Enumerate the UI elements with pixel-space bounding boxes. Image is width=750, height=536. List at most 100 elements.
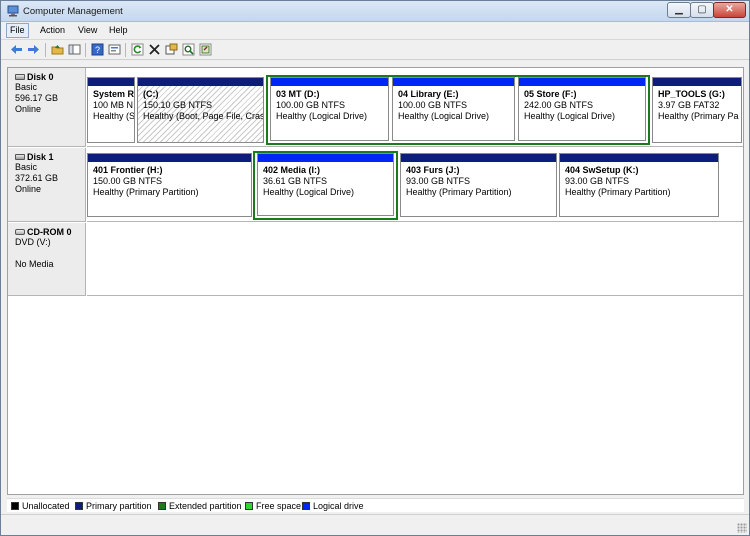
- properties-icon[interactable]: [108, 43, 121, 56]
- legend: Unallocated Primary partition Extended p…: [7, 498, 744, 512]
- hard-disk-icon: [15, 74, 25, 80]
- partition-block[interactable]: 401 Frontier (H:) 150.00 GB NTFS Healthy…: [87, 153, 252, 217]
- status-bar: [1, 514, 749, 535]
- title-bar[interactable]: Computer Management ▁ ▢ ✕: [1, 1, 749, 22]
- partition-name: 03 MT (D:): [276, 89, 320, 99]
- window-title: Computer Management: [23, 6, 123, 17]
- partition-size: 242.00 GB NTFS: [524, 100, 594, 110]
- partition-name: (C:): [143, 89, 159, 99]
- disk-size: 372.61 GB: [15, 173, 59, 183]
- legend-swatch: [75, 502, 83, 510]
- partition-size: 100 MB N: [93, 100, 134, 110]
- partition-block-selected[interactable]: (C:) 150.10 GB NTFS Healthy (Boot, Page …: [137, 77, 264, 143]
- delete-icon[interactable]: [148, 43, 161, 56]
- primary-partition-bar: [88, 78, 134, 86]
- legend-label: Primary partition: [86, 501, 152, 511]
- search-icon[interactable]: [182, 43, 195, 56]
- disk-label[interactable]: Disk 1 Basic 372.61 GB Online: [8, 148, 86, 222]
- partition-status: Healthy (Primary Partition): [565, 187, 671, 197]
- disk-name: CD-ROM 0: [27, 227, 72, 237]
- svg-text:?: ?: [95, 45, 100, 55]
- partition-name: 404 SwSetup (K:): [565, 165, 639, 175]
- partition-name: 402 Media (I:): [263, 165, 321, 175]
- partition-size: 36.61 GB NTFS: [263, 176, 328, 186]
- disk-status: Online: [15, 184, 42, 194]
- partition-block[interactable]: 404 SwSetup (K:) 93.00 GB NTFS Healthy (…: [559, 153, 719, 217]
- forward-arrow-icon[interactable]: [27, 43, 40, 56]
- legend-item: Primary partition: [75, 501, 152, 511]
- legend-swatch: [158, 502, 166, 510]
- partition-block[interactable]: 04 Library (E:) 100.00 GB NTFS Healthy (…: [392, 77, 515, 141]
- partition-status: Healthy (Logical Drive): [524, 111, 616, 121]
- legend-label: Unallocated: [22, 501, 70, 511]
- hard-disk-icon: [15, 154, 25, 160]
- settings-icon[interactable]: [165, 43, 178, 56]
- disk-name: Disk 1: [27, 152, 54, 162]
- refresh-icon[interactable]: [131, 43, 144, 56]
- menu-view[interactable]: View: [75, 25, 100, 35]
- primary-partition-bar: [560, 154, 718, 162]
- logical-drive-bar: [519, 78, 645, 86]
- disk-type: Basic: [15, 82, 38, 92]
- close-button[interactable]: ✕: [713, 2, 746, 18]
- partition-block[interactable]: 03 MT (D:) 100.00 GB NTFS Healthy (Logic…: [270, 77, 389, 141]
- primary-partition-bar: [138, 78, 263, 86]
- help-icon[interactable]: ?: [91, 43, 104, 56]
- partition-status: Healthy (Boot, Page File, Cras: [143, 111, 264, 121]
- partition-status: Healthy (Logical Drive): [263, 187, 355, 197]
- disk-status: Online: [15, 104, 42, 114]
- resize-grip[interactable]: [737, 523, 747, 533]
- partition-name: HP_TOOLS (G:): [658, 89, 725, 99]
- menu-help[interactable]: Help: [106, 25, 131, 35]
- cd-rom-icon: [15, 229, 25, 235]
- partition-name: 403 Furs (J:): [406, 165, 460, 175]
- disk-label[interactable]: CD-ROM 0 DVD (V:) No Media: [8, 223, 86, 296]
- legend-item: Unallocated: [11, 501, 70, 511]
- disk-graphical-view[interactable]: Disk 0 Basic 596.17 GB Online System R 1…: [7, 67, 744, 495]
- disk-name: Disk 0: [27, 72, 54, 82]
- partition-block[interactable]: System R 100 MB N Healthy (S: [87, 77, 135, 143]
- legend-swatch: [245, 502, 253, 510]
- computer-management-window: Computer Management ▁ ▢ ✕ File Action Vi…: [0, 0, 750, 536]
- partition-size: 93.00 GB NTFS: [565, 176, 630, 186]
- partition-name: 04 Library (E:): [398, 89, 459, 99]
- partition-status: Healthy (Logical Drive): [398, 111, 490, 121]
- toolbar-separator: [45, 43, 46, 57]
- minimize-button[interactable]: ▁: [667, 2, 691, 18]
- legend-label: Free space: [256, 501, 302, 511]
- logical-drive-bar: [258, 154, 393, 162]
- logical-drive-bar: [393, 78, 514, 86]
- disk-label[interactable]: Disk 0 Basic 596.17 GB Online: [8, 68, 86, 147]
- disk-size: [15, 248, 85, 259]
- logical-drive-bar: [271, 78, 388, 86]
- partition-block[interactable]: HP_TOOLS (G:) 3.97 GB FAT32 Healthy (Pri…: [652, 77, 742, 143]
- partition-status: Healthy (Logical Drive): [276, 111, 368, 121]
- toolbar-separator: [85, 43, 86, 57]
- back-arrow-icon[interactable]: [10, 43, 23, 56]
- disk-row: Disk 0 Basic 596.17 GB Online System R 1…: [8, 68, 743, 147]
- partition-block[interactable]: 403 Furs (J:) 93.00 GB NTFS Healthy (Pri…: [400, 153, 557, 217]
- show-hide-tree-icon[interactable]: [68, 43, 81, 56]
- toolbar-separator: [125, 43, 126, 57]
- legend-swatch: [11, 502, 19, 510]
- partition-block[interactable]: 402 Media (I:) 36.61 GB NTFS Healthy (Lo…: [257, 153, 394, 216]
- legend-item: Logical drive: [302, 501, 364, 511]
- menu-bar: File Action View Help: [1, 22, 749, 40]
- disk-partitions-area: [87, 223, 743, 296]
- primary-partition-bar: [653, 78, 741, 86]
- maximize-button[interactable]: ▢: [690, 2, 714, 18]
- menu-file[interactable]: File: [6, 23, 29, 38]
- partition-size: 150.10 GB NTFS: [143, 100, 213, 110]
- menu-action[interactable]: Action: [37, 25, 68, 35]
- disk-status: No Media: [15, 259, 54, 269]
- disk-row: CD-ROM 0 DVD (V:) No Media: [8, 223, 743, 296]
- toolbar: ?: [1, 40, 749, 60]
- partition-name: System R: [93, 89, 135, 99]
- up-folder-icon[interactable]: [51, 43, 64, 56]
- partition-size: 100.00 GB NTFS: [276, 100, 346, 110]
- partition-size: 93.00 GB NTFS: [406, 176, 471, 186]
- partition-status: Healthy (S: [93, 111, 135, 121]
- export-icon[interactable]: [199, 43, 212, 56]
- partition-block[interactable]: 05 Store (F:) 242.00 GB NTFS Healthy (Lo…: [518, 77, 646, 141]
- partition-status: Healthy (Primary Pa: [658, 111, 739, 121]
